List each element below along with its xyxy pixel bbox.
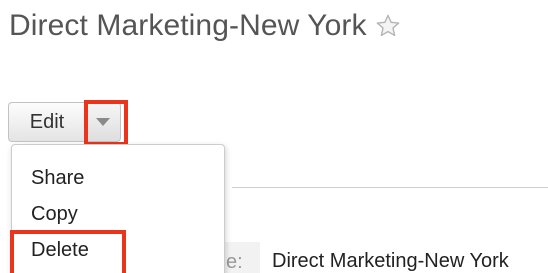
dropdown-toggle-highlight bbox=[84, 100, 128, 146]
record-header: Direct Marketing-New York bbox=[9, 6, 401, 46]
record-view: Direct Marketing-New York e: Direct Mark… bbox=[0, 0, 548, 273]
delete-item-highlight bbox=[10, 230, 126, 273]
menu-item-share[interactable]: Share bbox=[31, 167, 84, 190]
edit-button-label: Edit bbox=[29, 110, 65, 133]
detail-field-label: e: bbox=[226, 251, 243, 273]
star-icon[interactable] bbox=[375, 13, 401, 39]
section-divider bbox=[232, 187, 548, 188]
page-title: Direct Marketing-New York bbox=[9, 9, 367, 42]
detail-field-value: Direct Marketing-New York bbox=[272, 250, 509, 272]
edit-button[interactable]: Edit bbox=[8, 102, 85, 142]
menu-item-copy[interactable]: Copy bbox=[31, 203, 78, 226]
